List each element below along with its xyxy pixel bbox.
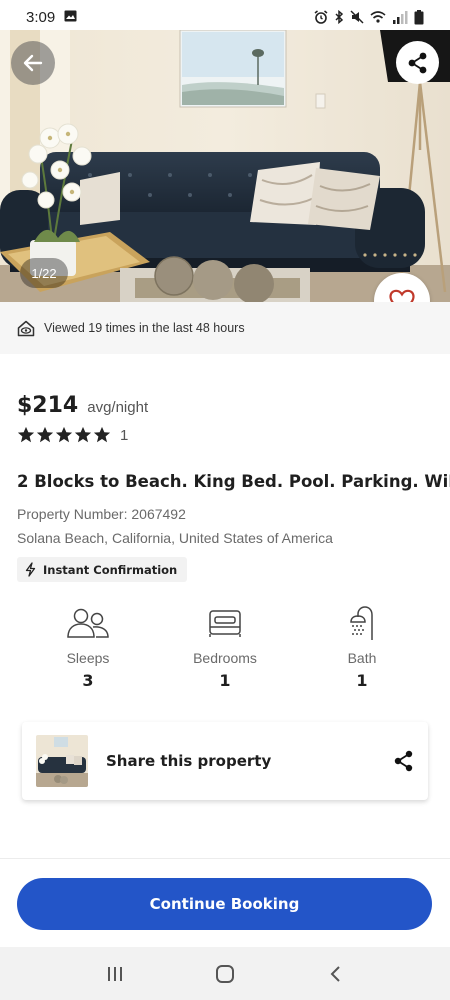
recent-apps-icon [108, 966, 122, 981]
star-icon [17, 426, 35, 443]
rating[interactable]: 1 [17, 426, 128, 444]
hero-photo[interactable]: 1/22 [0, 30, 450, 302]
amenity-label: Bath [347, 650, 377, 666]
share-icon [408, 52, 426, 73]
home-icon [216, 964, 234, 983]
price: $214 [17, 393, 79, 418]
amenity-bedrooms: Bedrooms 1 [165, 603, 285, 690]
star-icon [74, 426, 92, 443]
amenity-value: 3 [82, 671, 94, 690]
share-property-label: Share this property [106, 752, 272, 770]
gallery-notification-icon [64, 8, 77, 26]
status-time: 3:09 [26, 8, 56, 26]
property-location: Solana Beach, California, United States … [17, 530, 333, 546]
star-icon [36, 426, 54, 443]
back-button[interactable] [11, 41, 55, 85]
back-nav-button[interactable] [305, 954, 365, 994]
amenity-bath: Bath 1 [302, 603, 422, 690]
arrow-left-icon [23, 54, 43, 72]
amenity-label: Bedrooms [193, 650, 257, 666]
shower-icon [350, 606, 373, 640]
star-icon [55, 426, 73, 443]
cellular-signal-icon [392, 10, 408, 24]
recent-apps-button[interactable] [85, 954, 145, 994]
amenity-value: 1 [219, 671, 231, 690]
instant-confirmation-label: Instant Confirmation [43, 562, 178, 577]
lightning-icon [25, 562, 36, 577]
divider [0, 858, 450, 859]
instant-confirmation-badge: Instant Confirmation [17, 557, 188, 582]
share-property-card[interactable]: Share this property [22, 722, 428, 800]
house-eye-icon [17, 320, 35, 336]
share-icon[interactable] [394, 750, 414, 772]
amenity-label: Sleeps [66, 650, 110, 666]
amenity-value: 1 [356, 671, 368, 690]
home-button[interactable] [195, 954, 255, 994]
review-count: 1 [120, 426, 129, 444]
status-bar: 3:09 [0, 0, 450, 34]
price-unit: avg/night [87, 399, 149, 416]
views-text: Viewed 19 times in the last 48 hours [44, 321, 245, 335]
people-icon [67, 608, 109, 638]
views-notice: Viewed 19 times in the last 48 hours [0, 302, 450, 354]
amenity-sleeps: Sleeps 3 [28, 603, 148, 690]
living-room-photo [0, 30, 450, 302]
photo-counter: 1/22 [20, 258, 68, 288]
battery-icon [414, 9, 424, 25]
wifi-icon [370, 10, 386, 24]
share-button-top[interactable] [396, 41, 439, 84]
continue-booking-button[interactable]: Continue Booking [17, 878, 432, 930]
alarm-icon [314, 10, 328, 24]
price-row: $214 avg/night [17, 393, 148, 418]
bluetooth-icon [334, 10, 344, 24]
property-title: 2 Blocks to Beach. King Bed. Pool. Parki… [17, 472, 450, 491]
chevron-left-icon [330, 965, 340, 982]
star-icon [93, 426, 111, 443]
system-nav-bar [0, 947, 450, 1000]
property-number: Property Number: 2067492 [17, 506, 186, 522]
property-thumbnail [36, 735, 88, 787]
bed-icon [209, 610, 241, 637]
mute-icon [350, 10, 364, 24]
